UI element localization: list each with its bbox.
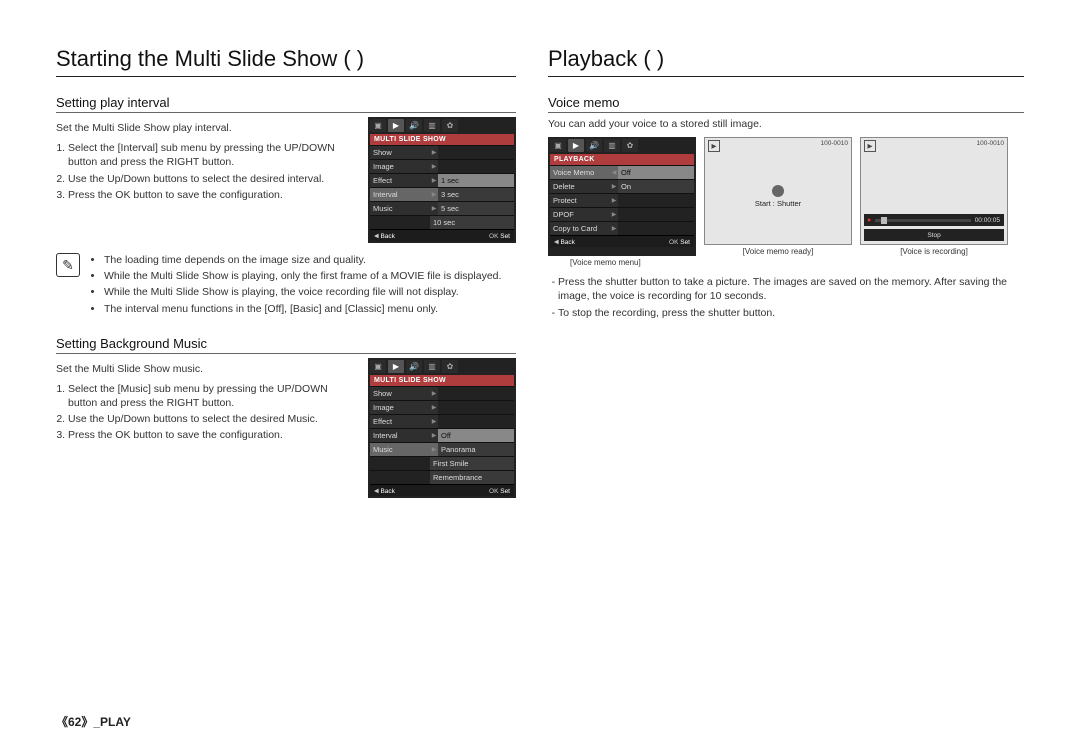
section-heading-memo: Voice memo	[548, 95, 1024, 113]
menu-item: Effect	[370, 415, 430, 428]
menu-option-selected: Off	[438, 429, 514, 442]
lcd-title: MULTI SLIDE SHOW	[370, 375, 514, 386]
set-button: Set	[500, 488, 510, 495]
interval-steps: Select the [Interval] sub menu by pressi…	[56, 141, 358, 202]
music-steps: Select the [Music] sub menu by pressing …	[56, 382, 358, 443]
page-footer: 《62》_PLAY	[56, 713, 131, 730]
menu-option: On	[618, 180, 694, 193]
menu-item: Image	[370, 160, 430, 173]
gear-icon: ✿	[442, 360, 458, 373]
back-button: Back	[560, 239, 574, 246]
menu-item-highlighted: Music	[370, 443, 430, 456]
play-icon: ▶	[864, 140, 876, 152]
sound-icon: 🔊	[586, 139, 602, 152]
list-item: Use the Up/Down buttons to select the de…	[68, 172, 358, 186]
image-counter: 100-0010	[977, 140, 1004, 152]
display-icon: ▥	[424, 360, 440, 373]
menu-item: Protect	[550, 194, 610, 207]
lcd-title: PLAYBACK	[550, 154, 694, 165]
menu-option: 3 sec	[438, 188, 514, 201]
caption-label: [Voice memo menu]	[570, 258, 1024, 267]
menu-item: Show	[370, 146, 430, 159]
list-item: While the Multi Slide Show is playing, t…	[104, 285, 501, 299]
section-heading-interval: Setting play interval	[56, 95, 516, 113]
stop-button: Stop	[864, 229, 1004, 241]
music-desc: Set the Multi Slide Show music.	[56, 362, 358, 376]
gear-icon: ✿	[622, 139, 638, 152]
menu-option: Remembrance	[430, 471, 514, 484]
list-item: Press the OK button to save the configur…	[68, 428, 358, 442]
play-icon: ▶	[388, 360, 404, 373]
menu-option: Panorama	[438, 443, 514, 456]
chevron-right-icon: ▶	[430, 160, 438, 173]
list-item: Use the Up/Down buttons to select the de…	[68, 412, 358, 426]
menu-item: Interval	[370, 429, 430, 442]
chevron-left-icon: ◀	[374, 233, 379, 240]
menu-item: Copy to Card	[550, 222, 610, 235]
play-icon: ▶	[388, 119, 404, 132]
menu-option: 10 sec	[430, 216, 514, 229]
lcd-interval-menu: ▣ ▶ 🔊 ▥ ✿ MULTI SLIDE SHOW Show▶ Image▶ …	[368, 117, 516, 243]
display-icon: ▥	[424, 119, 440, 132]
interval-desc: Set the Multi Slide Show play interval.	[56, 121, 358, 135]
image-counter: 100-0010	[821, 140, 848, 152]
list-item: To stop the recording, press the shutter…	[558, 306, 1024, 320]
set-button: Set	[500, 233, 510, 240]
sound-icon: 🔊	[406, 360, 422, 373]
preview-voice-recording: ▶ 100-0010 ● 00:00:05 Stop	[860, 137, 1008, 245]
tab-icon: ▣	[370, 360, 386, 373]
tab-icon: ▣	[370, 119, 386, 132]
tab-icon: ▣	[550, 139, 566, 152]
lcd-title: MULTI SLIDE SHOW	[370, 134, 514, 145]
menu-item: Delete	[550, 180, 610, 193]
memo-desc: You can add your voice to a stored still…	[548, 117, 1024, 131]
menu-item: Image	[370, 401, 430, 414]
gear-icon: ✿	[442, 119, 458, 132]
menu-item-highlighted: Voice Memo	[550, 166, 610, 179]
menu-item: DPOF	[550, 208, 610, 221]
menu-item: Effect	[370, 174, 430, 187]
caption-label: [Voice is recording]	[900, 247, 968, 256]
list-item: Select the [Interval] sub menu by pressi…	[68, 141, 358, 169]
list-item: Press the shutter button to take a pictu…	[558, 275, 1024, 303]
lcd-playback-menu: ▣ ▶ 🔊 ▥ ✿ PLAYBACK Voice Memo ◀ Off Delete…	[548, 137, 696, 256]
list-item: The loading time depends on the image si…	[104, 253, 501, 267]
play-icon: ▶	[568, 139, 584, 152]
menu-option: First Smile	[430, 457, 514, 470]
menu-item-highlighted: Interval	[370, 188, 430, 201]
menu-option: 5 sec	[438, 202, 514, 215]
section-heading-music: Setting Background Music	[56, 336, 516, 354]
display-icon: ▥	[604, 139, 620, 152]
preview-voice-memo-ready: ▶ 100-0010 Start : Shutter	[704, 137, 852, 245]
back-button: Back	[380, 488, 394, 495]
elapsed-time: 00:00:05	[975, 217, 1000, 224]
page-title-left: Starting the Multi Slide Show ( )	[56, 46, 516, 77]
menu-option-selected: 1 sec	[438, 174, 514, 187]
menu-item: Music	[370, 202, 430, 215]
chevron-left-icon: ◀	[554, 239, 559, 246]
play-icon: ▶	[708, 140, 720, 152]
list-item: The interval menu functions in the [Off]…	[104, 302, 501, 316]
menu-option-selected: Off	[618, 166, 694, 179]
sound-icon: 🔊	[406, 119, 422, 132]
start-shutter-label: Start : Shutter	[705, 199, 851, 208]
lcd-music-menu: ▣ ▶ 🔊 ▥ ✿ MULTI SLIDE SHOW Show▶ Image▶ …	[368, 358, 516, 498]
caption-label: [Voice memo ready]	[743, 247, 814, 256]
back-button: Back	[380, 233, 394, 240]
menu-item: Show	[370, 387, 430, 400]
note-box: ✎ The loading time depends on the image …	[56, 253, 516, 318]
list-item: While the Multi Slide Show is playing, o…	[104, 269, 501, 283]
microphone-icon	[772, 185, 784, 197]
chevron-right-icon: ▶	[430, 146, 438, 159]
list-item: Select the [Music] sub menu by pressing …	[68, 382, 358, 410]
list-item: Press the OK button to save the configur…	[68, 188, 358, 202]
note-icon: ✎	[56, 253, 80, 277]
chevron-left-icon: ◀	[374, 487, 379, 494]
set-button: Set	[680, 239, 690, 246]
page-title-right: Playback ( )	[548, 46, 1024, 77]
record-dot-icon: ●	[864, 217, 871, 224]
